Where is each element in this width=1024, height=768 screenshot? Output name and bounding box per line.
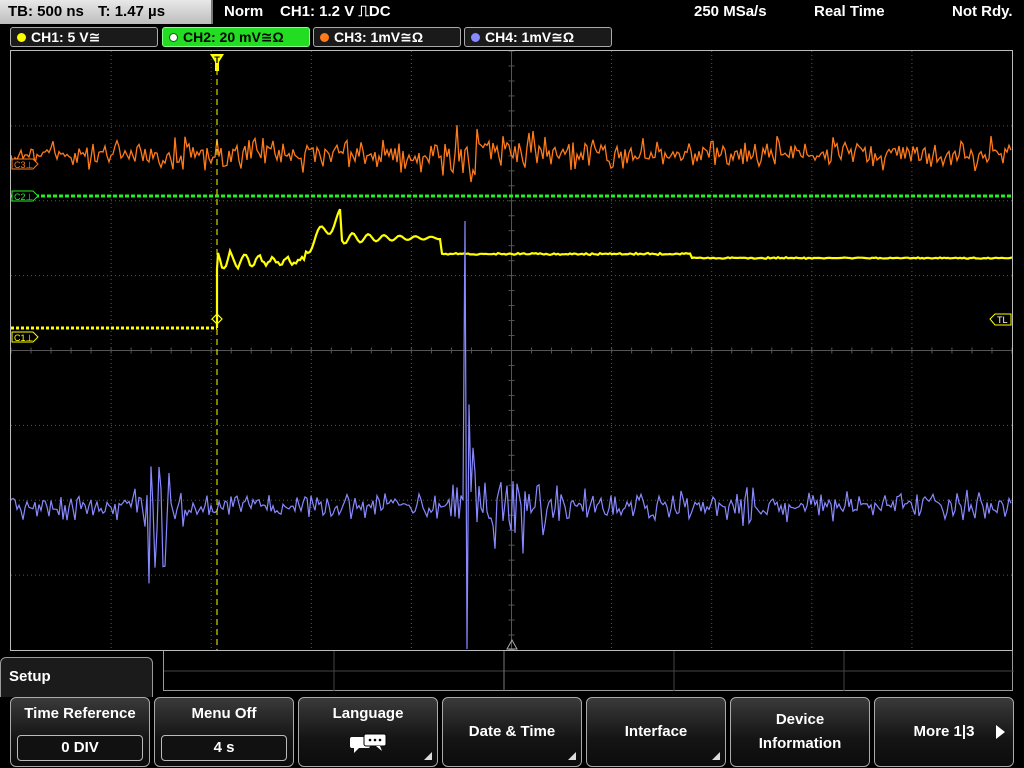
more-button[interactable]: More 1|3 [874,697,1014,767]
run-status: Not Rdy. [952,3,1013,20]
ch2-label: CH2: 20 mV≅Ω [183,29,284,45]
overview-grid [164,651,1014,691]
time-reference-value: 0 DIV [17,735,143,761]
ch2-dot-icon [169,33,178,42]
ch3-marker-label: C3⊥ [14,160,34,170]
ch1-marker-label: C1⊥ [14,333,34,343]
menu-off-value: 4 s [161,735,287,761]
interface-button[interactable]: Interface [586,697,726,767]
ch2-marker-label: C2⊥ [14,192,34,202]
trigger-position-marker[interactable]: T [210,54,224,71]
status-bar: TB: 500 ns T: 1.47 µs Norm CH1: 1.2 V ⎍D… [0,0,1024,24]
waveform-canvas: T C3⊥ C2⊥ C1⊥ TL [11,51,1012,650]
tab-ch1[interactable]: CH1: 5 V≅ [10,27,158,47]
ch4-label: CH4: 1mV≅Ω [485,29,575,45]
tab-ch4[interactable]: CH4: 1mV≅Ω [464,27,612,47]
menu-off-button[interactable]: Menu Off 4 s [154,697,294,767]
submenu-corner-icon [568,752,576,760]
trigger-level-marker[interactable]: TL [989,313,1012,326]
language-button[interactable]: Language [298,697,438,767]
grid [11,51,1012,650]
timebase-box[interactable]: TB: 500 ns T: 1.47 µs [0,0,213,24]
submenu-corner-icon [712,752,720,760]
device-information-button[interactable]: Device Information [730,697,870,767]
date-time-label: Date & Time [468,723,556,740]
ch1-marker[interactable]: C1⊥ [11,331,39,343]
ch3-label: CH3: 1mV≅Ω [334,29,424,45]
language-label: Language [332,705,404,722]
trigger-pos-label: T [214,55,220,65]
waveform-display[interactable]: T C3⊥ C2⊥ C1⊥ TL [10,50,1013,651]
time-reference-label: Time Reference [24,705,136,722]
time-reference-button[interactable]: Time Reference 0 DIV [10,697,150,767]
speech-bubbles-icon [350,733,387,753]
trigger-level-label: TL [997,315,1008,325]
ch4-dot-icon [471,33,480,42]
trigger-mode[interactable]: Norm [224,0,263,24]
menu-title: Setup [0,657,153,697]
ch1-dot-icon [17,33,26,42]
ch3-marker[interactable]: C3⊥ [11,158,39,170]
ch1-label: CH1: 5 V≅ [31,29,101,45]
timebase-label: TB: 500 ns [8,3,84,20]
acquisition-mode: Real Time [814,3,885,20]
tab-ch2[interactable]: CH2: 20 mV≅Ω [162,27,310,47]
sample-rate: 250 MSa/s [694,3,767,20]
more-label: More 1|3 [913,723,975,740]
overview-strip [163,651,1014,691]
trigger-time-label: T: 1.47 µs [98,3,166,20]
ch3-dot-icon [320,33,329,42]
ch1-waveform [215,208,1012,328]
ch2-marker[interactable]: C2⊥ [11,190,39,202]
menu-off-label: Menu Off [191,705,257,722]
trigger-setting[interactable]: CH1: 1.2 V ⎍DC [280,0,391,24]
next-page-arrow-icon [996,725,1005,739]
interface-label: Interface [624,723,688,740]
device-information-label: Device Information [758,711,842,752]
tab-ch3[interactable]: CH3: 1mV≅Ω [313,27,461,47]
date-time-button[interactable]: Date & Time [442,697,582,767]
submenu-corner-icon [424,752,432,760]
